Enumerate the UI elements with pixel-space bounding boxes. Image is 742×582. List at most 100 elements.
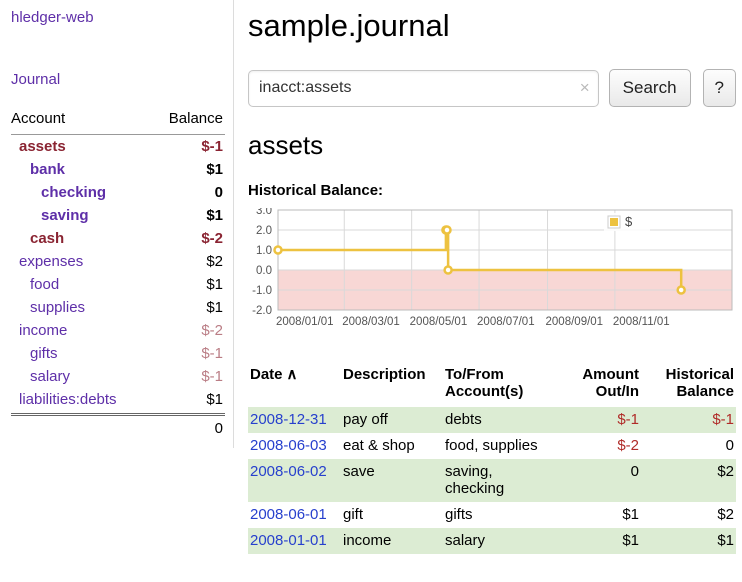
transaction-balance: $2 (639, 506, 736, 523)
date-header-label: Date (250, 366, 283, 383)
transaction-date-link[interactable]: 2008-06-03 (250, 437, 327, 454)
account-row-cash: cash $-2 (11, 227, 225, 250)
accounts-total-row: 0 (11, 413, 225, 441)
account-link-supplies[interactable]: supplies (11, 299, 85, 316)
account-row-assets: assets $-1 (11, 135, 225, 158)
svg-text:1.0: 1.0 (256, 245, 272, 257)
date-column-header[interactable]: Date∧ (248, 366, 343, 400)
account-balance: $1 (206, 207, 223, 224)
balance-chart-svg: 3.0 2.0 1.0 0.0 -1.0 -2.0 2008/01/01 2008/03/01… (248, 208, 735, 333)
account-link-food[interactable]: food (11, 276, 59, 293)
account-balance: $2 (206, 253, 223, 270)
svg-text:3.0: 3.0 (256, 208, 272, 217)
account-heading: assets (248, 130, 736, 161)
transaction-date-link[interactable]: 2008-06-01 (250, 506, 327, 523)
accounts-table-header: Account Balance (11, 108, 225, 135)
transaction-balance: 0 (639, 437, 736, 454)
svg-text:2008/03/01: 2008/03/01 (342, 316, 400, 328)
account-balance: 0 (215, 184, 223, 201)
transaction-date-link[interactable]: 2008-01-01 (250, 532, 327, 549)
account-link-liabilities-debts[interactable]: liabilities:debts (11, 391, 117, 408)
transaction-description: pay off (343, 411, 445, 428)
transaction-accounts: food, supplies (445, 437, 561, 454)
accounts-column-header: To/From Account(s) (445, 366, 561, 400)
transaction-accounts: saving, checking (445, 463, 561, 497)
amount-column-header: Amount Out/In (561, 366, 639, 400)
balance-column-header: Historical Balance (639, 366, 736, 400)
search-input[interactable] (248, 70, 599, 107)
transaction-description: eat & shop (343, 437, 445, 454)
transaction-row: 2008-01-01 income salary $1 $1 (248, 528, 736, 554)
accounts-table: Account Balance assets $-1 bank $1 check… (11, 108, 225, 441)
sidebar: hledger-web Journal Account Balance asse… (0, 0, 234, 448)
account-link-cash[interactable]: cash (11, 230, 64, 247)
account-balance: $-2 (201, 230, 223, 247)
sidebar-item-journal[interactable]: Journal (11, 71, 225, 88)
transaction-date-link[interactable]: 2008-06-02 (250, 463, 327, 480)
account-row-food: food $1 (11, 273, 225, 296)
account-row-gifts: gifts $-1 (11, 342, 225, 365)
transaction-accounts: debts (445, 411, 561, 428)
transaction-accounts: gifts (445, 506, 561, 523)
account-row-expenses: expenses $2 (11, 250, 225, 273)
transaction-amount: $1 (561, 532, 639, 549)
account-link-expenses[interactable]: expenses (11, 253, 83, 270)
account-row-supplies: supplies $1 (11, 296, 225, 319)
svg-text:2.0: 2.0 (256, 225, 272, 237)
search-help-button[interactable]: ? (703, 69, 736, 107)
transaction-date-link[interactable]: 2008-12-31 (250, 411, 327, 428)
account-link-income[interactable]: income (11, 322, 67, 339)
account-link-saving[interactable]: saving (11, 207, 89, 224)
main-content: sample.journal × Search ? assets Histori… (248, 0, 736, 554)
svg-text:2008/07/01: 2008/07/01 (477, 316, 535, 328)
transaction-row: 2008-06-01 gift gifts $1 $2 (248, 502, 736, 528)
svg-text:2008/01/01: 2008/01/01 (276, 316, 334, 328)
account-link-bank[interactable]: bank (11, 161, 65, 178)
app-brand-link[interactable]: hledger-web (11, 9, 94, 26)
account-balance: $-2 (201, 322, 223, 339)
account-column-header: Account (11, 110, 65, 127)
total-balance: 0 (215, 420, 223, 437)
transaction-accounts: salary (445, 532, 561, 549)
register-header: Date∧ Description To/From Account(s) Amo… (248, 366, 736, 400)
transaction-description: save (343, 463, 445, 497)
search-box: × (248, 70, 599, 107)
account-row-checking: checking 0 (11, 181, 225, 204)
svg-text:0.0: 0.0 (256, 265, 272, 277)
transaction-amount: $-1 (561, 411, 639, 428)
search-bar: × Search ? (248, 69, 736, 107)
chart-title: Historical Balance: (248, 182, 736, 199)
svg-text:2008/09/01: 2008/09/01 (546, 316, 604, 328)
description-column-header: Description (343, 366, 445, 400)
account-balance: $-1 (201, 345, 223, 362)
account-link-salary[interactable]: salary (11, 368, 70, 385)
page-title: sample.journal (248, 8, 736, 44)
account-row-salary: salary $-1 (11, 365, 225, 388)
svg-text:$: $ (625, 214, 633, 229)
clear-search-icon[interactable]: × (580, 78, 590, 98)
transaction-row: 2008-12-31 pay off debts $-1 $-1 (248, 407, 736, 433)
account-balance: $1 (206, 276, 223, 293)
account-balance: $1 (206, 391, 223, 408)
account-row-income: income $-2 (11, 319, 225, 342)
transaction-amount: $-2 (561, 437, 639, 454)
account-balance: $1 (206, 161, 223, 178)
search-button[interactable]: Search (609, 69, 691, 107)
transaction-description: gift (343, 506, 445, 523)
sort-ascending-icon[interactable]: ∧ (287, 366, 298, 383)
account-balance: $1 (206, 299, 223, 316)
account-link-gifts[interactable]: gifts (11, 345, 58, 362)
transaction-balance: $1 (639, 532, 736, 549)
account-link-assets[interactable]: assets (11, 138, 66, 155)
transaction-balance: $2 (639, 463, 736, 497)
svg-text:-1.0: -1.0 (252, 285, 272, 297)
transaction-description: income (343, 532, 445, 549)
svg-text:2008/11/01: 2008/11/01 (613, 316, 670, 328)
svg-text:-2.0: -2.0 (252, 305, 272, 317)
svg-text:2008/05/01: 2008/05/01 (410, 316, 468, 328)
transaction-amount: 0 (561, 463, 639, 497)
transaction-balance: $-1 (639, 411, 736, 428)
account-row-liabilities-debts: liabilities:debts $1 (11, 388, 225, 411)
account-balance: $-1 (201, 368, 223, 385)
account-link-checking[interactable]: checking (11, 184, 106, 201)
